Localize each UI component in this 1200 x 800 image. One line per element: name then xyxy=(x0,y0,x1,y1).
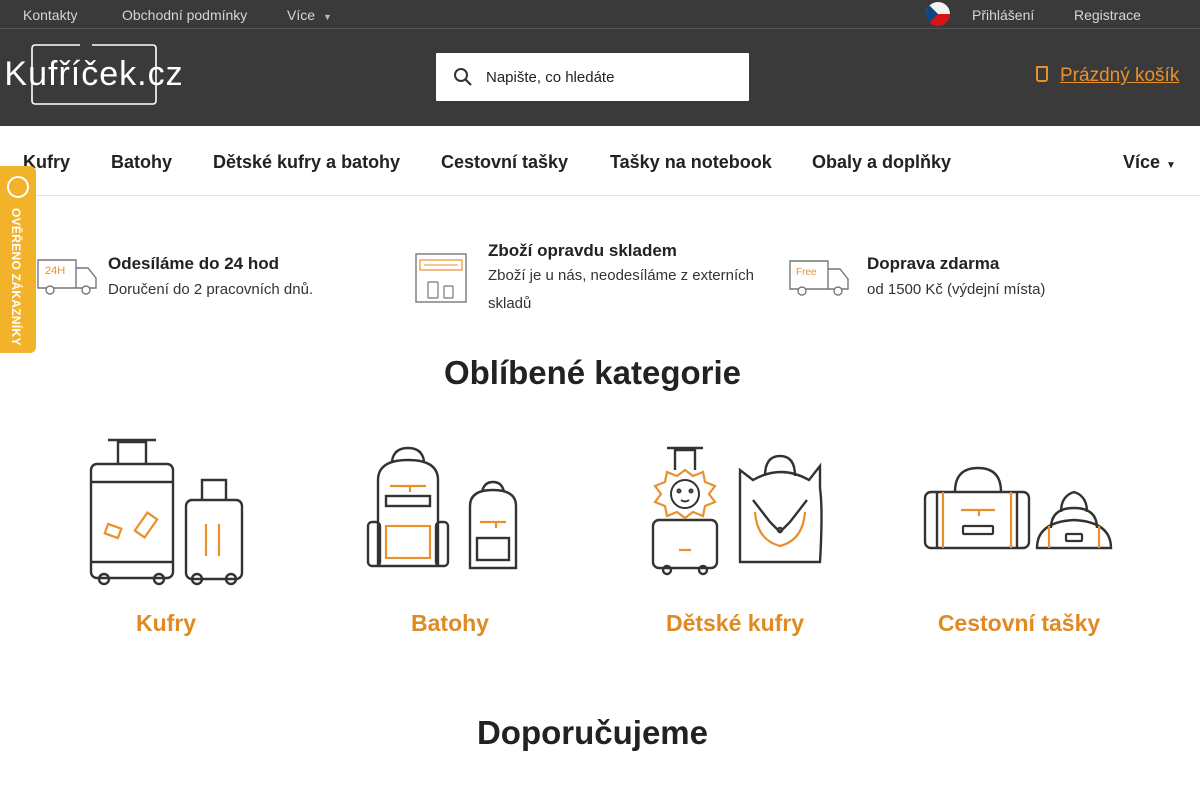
feature-free-shipping: Free xyxy=(788,255,852,304)
nav-item-batohy[interactable]: Batohy xyxy=(111,152,172,173)
free-delivery-truck-icon: Free xyxy=(789,260,849,296)
kids-luggage-icon xyxy=(651,446,823,576)
category-detske-kufry[interactable]: Dětské kufry xyxy=(605,430,865,645)
category-cestovni-tasky[interactable]: Cestovní tašky xyxy=(889,430,1149,645)
chevron-down-icon: ▼ xyxy=(323,12,332,22)
nav-item-tasky-notebook[interactable]: Tašky na notebook xyxy=(610,152,772,173)
top-bar: Kontakty Obchodní podmínky Více ▼ Přihláš… xyxy=(0,0,1200,29)
czech-flag-icon[interactable] xyxy=(926,2,950,26)
chevron-down-icon: ▼ xyxy=(1166,160,1176,171)
top-link-more[interactable]: Více ▼ xyxy=(287,7,332,23)
feature-desc: od 1500 Kč (výdejní místa) xyxy=(867,281,1046,298)
suitcases-icon xyxy=(89,438,244,586)
search-input[interactable] xyxy=(486,62,736,92)
header: Kufříček.cz Prázdný košík xyxy=(0,29,1200,126)
site-logo[interactable]: Kufříček.cz xyxy=(4,44,184,106)
feature-title: Odesíláme do 24 hod xyxy=(108,254,279,273)
verified-badge[interactable]: OVĚŘENO ZÁKAZNÍKY xyxy=(0,166,36,353)
category-label: Dětské kufry xyxy=(665,610,805,636)
category-label: Cestovní tašky xyxy=(937,610,1101,636)
feature-title: Doprava zdarma xyxy=(867,254,1000,273)
feature-desc: Zboží je u nás, neodesíláme z externích … xyxy=(488,267,754,312)
nav-item-more[interactable]: Více ▼ xyxy=(1123,152,1176,173)
shopping-bag-icon xyxy=(1036,66,1048,82)
top-link-contacts[interactable]: Kontakty xyxy=(23,7,77,23)
delivery-truck-24h-icon: 24H xyxy=(37,259,97,295)
top-link-terms[interactable]: Obchodní podmínky xyxy=(122,7,247,23)
truck-free-text: Free xyxy=(796,267,817,278)
feature-shipping-24h: 24H xyxy=(36,252,98,303)
category-label: Batohy xyxy=(411,610,489,636)
category-kufry[interactable]: Kufry xyxy=(36,430,296,645)
login-link[interactable]: Přihlášení xyxy=(972,7,1034,23)
nav-item-obaly[interactable]: Obaly a doplňky xyxy=(812,152,951,173)
search-box xyxy=(436,53,749,101)
feature-in-stock xyxy=(414,252,468,309)
cart-label: Prázdný košík xyxy=(1060,65,1180,86)
main-nav: Kufry Batohy Dětské kufry a batohy Cesto… xyxy=(0,126,1200,196)
feature-desc: Doručení do 2 pracovních dnů. xyxy=(108,281,314,298)
register-link[interactable]: Registrace xyxy=(1074,7,1141,23)
recommend-heading: Doporučujeme xyxy=(476,714,709,751)
travel-bags-icon xyxy=(923,466,1113,550)
cart-link[interactable]: Prázdný košík xyxy=(1036,65,1179,87)
warehouse-icon xyxy=(415,253,467,303)
feature-shipping-text: Odesíláme do 24 hod Doručení do 2 pracov… xyxy=(108,254,313,304)
feature-title: Zboží opravdu skladem xyxy=(488,241,677,260)
top-link-more-label: Více xyxy=(287,7,316,23)
category-batohy[interactable]: Batohy xyxy=(320,430,580,645)
search-icon[interactable] xyxy=(453,67,473,87)
logo-text: Kufříček.cz xyxy=(4,55,183,93)
truck-24h-text: 24H xyxy=(45,265,65,277)
categories-heading: Oblíbené kategorie xyxy=(443,354,742,391)
verified-badge-text: OVĚŘENO ZÁKAZNÍKY xyxy=(9,208,23,346)
feature-free-shipping-text: Doprava zdarma od 1500 Kč (výdejní místa… xyxy=(867,254,1045,304)
category-label: Kufry xyxy=(135,610,197,636)
nav-item-cestovni-tasky[interactable]: Cestovní tašky xyxy=(441,152,568,173)
verified-seal-icon xyxy=(7,176,29,198)
feature-in-stock-text: Zboží opravdu skladem Zboží je u nás, ne… xyxy=(488,241,788,318)
backpacks-icon xyxy=(366,446,518,570)
nav-more-label: Více xyxy=(1123,152,1161,172)
nav-item-detske[interactable]: Dětské kufry a batohy xyxy=(213,152,400,173)
